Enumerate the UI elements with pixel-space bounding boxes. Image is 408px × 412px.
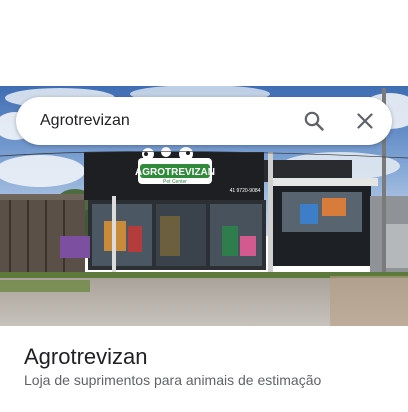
map-place-panel: AGROTREVIZAN Pet Center 41 9720-9084 Agr… — [0, 0, 408, 412]
place-name: Agrotrevizan — [24, 344, 148, 369]
sign-subtext: Pet Center — [163, 179, 187, 185]
close-icon[interactable] — [353, 109, 377, 133]
place-category: Loja de suprimentos para animais de esti… — [24, 372, 322, 388]
sign-text: AGROTREVIZAN — [135, 167, 215, 178]
phone-text: 41 9720-9084 — [230, 188, 261, 194]
search-bar: Agrotrevizan — [16, 97, 392, 145]
search-icon[interactable] — [302, 109, 326, 133]
search-input[interactable]: Agrotrevizan — [40, 97, 130, 145]
